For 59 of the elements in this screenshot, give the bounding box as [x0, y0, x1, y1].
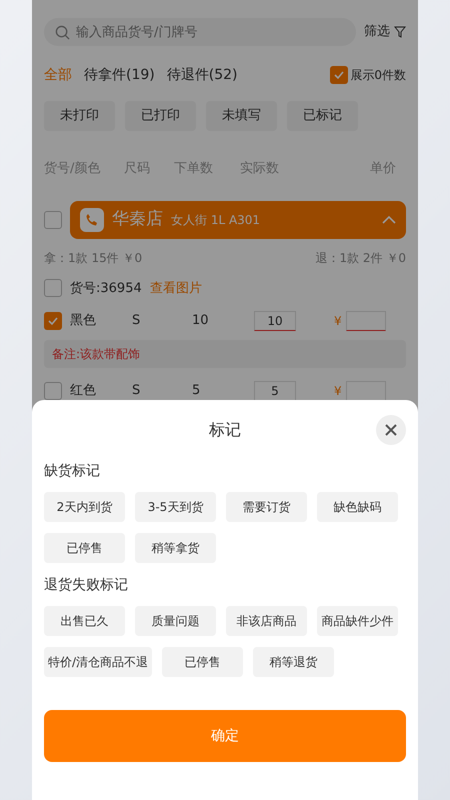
tag-option[interactable]: 稍等拿货	[135, 533, 216, 563]
tag-option[interactable]: 需要订货	[226, 492, 307, 522]
return-summary: 退：1款 2件 ￥0	[315, 250, 406, 266]
check-icon	[333, 69, 346, 81]
column-header: 单价	[369, 160, 397, 178]
checkbox[interactable]	[44, 279, 62, 298]
tag-option[interactable]: 已停售	[44, 533, 125, 563]
tab[interactable]: 待退件(52)	[166, 64, 238, 86]
currency-label: ¥	[334, 383, 342, 400]
note: 备注:该款带配饰	[44, 340, 406, 368]
currency-label: ¥	[334, 313, 342, 330]
product-code: 货号:36954	[70, 280, 142, 298]
checkbox[interactable]	[44, 312, 62, 330]
checkbox-label: 展示0件数	[350, 67, 406, 84]
color-cell-text: 黑色	[70, 312, 97, 330]
size-cell-text: S	[132, 312, 142, 330]
ordered-cell-text: 10	[192, 312, 210, 330]
close-icon	[385, 424, 397, 436]
tag-option[interactable]: 3-5天到货	[135, 492, 216, 522]
column-header: 下单数	[174, 160, 214, 178]
phone-icon	[80, 208, 104, 232]
chevron-up-icon[interactable]	[382, 214, 396, 224]
checkbox[interactable]	[330, 66, 348, 84]
column-header: 货号/颜色	[44, 160, 102, 178]
column-header: 尺码	[124, 160, 151, 178]
tag-option[interactable]: 缺色缺码	[317, 492, 398, 522]
pick-summary: 拿：1款 15件 ￥0	[44, 250, 142, 266]
tag-option[interactable]: 质量问题	[135, 606, 216, 636]
sheet-title: 标记	[209, 419, 241, 441]
actual-field[interactable]: 10	[254, 311, 296, 331]
section-label: 退货失败标记	[44, 576, 129, 595]
tag-option[interactable]: 稍等退货	[253, 647, 334, 677]
tag-option[interactable]: 商品缺件少件	[317, 606, 398, 636]
search-field[interactable]: 输入商品货号/门牌号	[44, 18, 356, 46]
size-cell-text: S	[132, 382, 142, 400]
tag-option[interactable]: 2天内到货	[44, 492, 125, 522]
funnel-icon	[394, 26, 406, 38]
tag-option[interactable]: 非该店商品	[226, 606, 307, 636]
column-header: 实际数	[240, 160, 280, 178]
tag-option[interactable]: 特价/清仓商品不退	[44, 647, 152, 677]
store-address: 女人街 1L A301	[171, 212, 262, 228]
ordered-cell-text: 5	[192, 382, 202, 400]
check-icon	[47, 315, 59, 327]
filter-chip[interactable]: 未填写	[206, 101, 277, 131]
store-name: 华秦店	[112, 208, 163, 231]
tag-option[interactable]: 出售已久	[44, 606, 125, 636]
checkbox[interactable]	[44, 382, 62, 400]
color-cell-text: 红色	[70, 382, 97, 400]
close-button[interactable]	[376, 415, 406, 445]
filter-button[interactable]: 筛选	[364, 22, 406, 42]
search-icon	[55, 25, 70, 40]
tab[interactable]: 待拿件(19)	[84, 64, 155, 86]
price-field[interactable]	[346, 311, 386, 331]
filter-chip[interactable]: 未打印	[44, 101, 115, 131]
checkbox[interactable]	[44, 210, 62, 228]
section-label: 缺货标记	[44, 462, 101, 481]
filter-chip[interactable]: 已标记	[287, 101, 358, 131]
filter-chip[interactable]: 已打印	[125, 101, 196, 131]
tag-option[interactable]: 已停售	[162, 647, 244, 677]
